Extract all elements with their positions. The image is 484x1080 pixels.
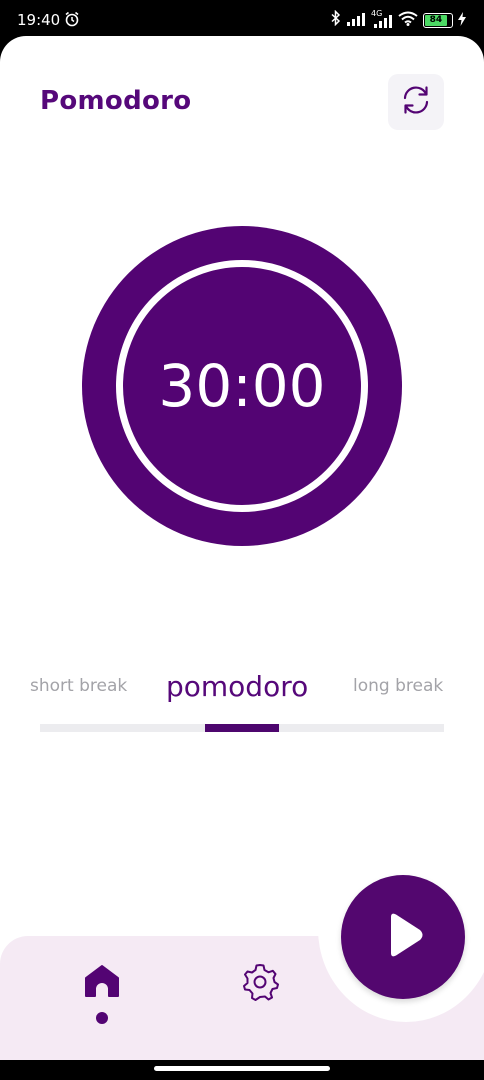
refresh-button[interactable] xyxy=(388,74,444,130)
tab-pomodoro[interactable]: pomodoro xyxy=(166,666,308,706)
app-screen: Pomodoro 30:00 short break pomodoro long… xyxy=(0,36,484,1060)
page-title: Pomodoro xyxy=(40,86,192,116)
timer-display: 30:00 xyxy=(158,352,326,420)
nav-settings[interactable] xyxy=(238,960,282,1004)
refresh-icon xyxy=(399,83,433,121)
home-icon xyxy=(78,965,126,1008)
signal-icon xyxy=(346,11,366,30)
nav-active-indicator xyxy=(96,1012,108,1024)
tab-short-break[interactable]: short break xyxy=(30,666,127,706)
system-home-indicator[interactable] xyxy=(154,1066,330,1071)
battery-level: 84 xyxy=(425,14,447,26)
signal-4g-icon: 4G xyxy=(371,9,393,28)
bluetooth-icon xyxy=(331,9,341,30)
mode-tab-track xyxy=(40,724,444,732)
alarm-icon xyxy=(64,11,80,31)
tab-long-break[interactable]: long break xyxy=(353,666,443,706)
charging-icon xyxy=(458,11,466,30)
mode-tab-indicator xyxy=(205,724,279,732)
mode-tabs: short break pomodoro long break xyxy=(0,666,484,706)
battery-icon: 84 xyxy=(423,12,453,28)
settings-icon xyxy=(238,964,282,1008)
status-bar: 19:40 4G 84 xyxy=(0,0,484,40)
timer-circle: 30:00 xyxy=(82,226,402,546)
play-button[interactable] xyxy=(341,875,465,999)
wifi-icon xyxy=(398,11,418,30)
status-time: 19:40 xyxy=(17,11,61,29)
play-icon xyxy=(375,907,431,967)
